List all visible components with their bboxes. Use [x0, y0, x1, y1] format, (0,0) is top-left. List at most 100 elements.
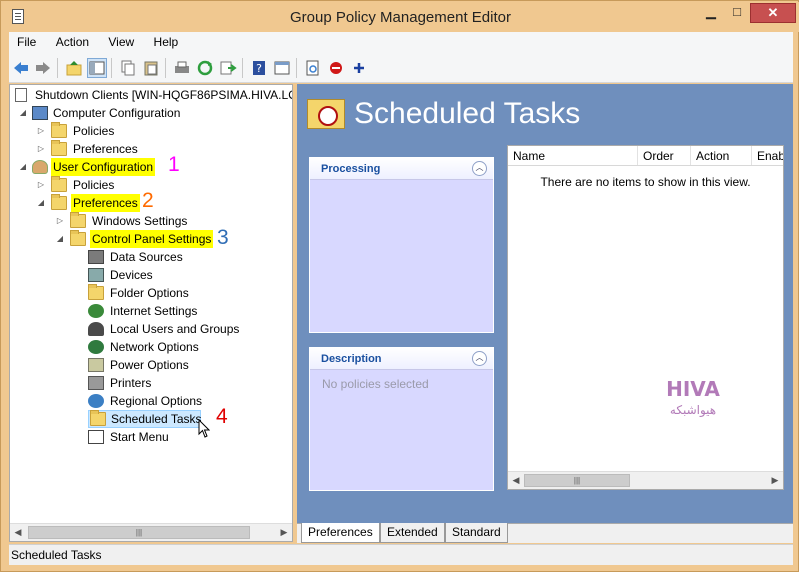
add-plus-icon[interactable] — [350, 59, 368, 77]
tree-node-preferences[interactable]: ▷ Preferences — [36, 140, 286, 158]
tree-node-label: User Configuration — [51, 158, 156, 176]
mouse-cursor-icon — [198, 419, 210, 438]
tree-node-label: Folder Options — [110, 286, 189, 300]
tree-node-power-options[interactable]: Power Options — [88, 356, 288, 374]
collapse-arrow-icon[interactable]: ◢ — [36, 194, 46, 212]
tree-node-data-sources[interactable]: Data Sources — [88, 248, 288, 266]
tree-node-user-configuration[interactable]: ◢ User Configuration — [18, 158, 288, 176]
folder-icon — [51, 140, 67, 156]
toolbar: ? — [9, 53, 793, 83]
print-icon[interactable] — [173, 59, 191, 77]
stop-icon[interactable] — [327, 59, 345, 77]
expand-arrow-icon[interactable]: ▷ — [36, 176, 46, 194]
tree-node-label: Internet Settings — [110, 304, 198, 318]
tree-node-local-users-and-groups[interactable]: Local Users and Groups — [88, 320, 288, 338]
tree-node-label: Preferences — [71, 194, 140, 212]
items-list-view[interactable]: Name Order Action Enab There are no item… — [507, 145, 784, 490]
annotation-2: 2 — [142, 189, 154, 212]
menu-view[interactable]: View — [100, 32, 142, 52]
scroll-thumb[interactable]: ||| — [28, 526, 250, 539]
empty-list-message: There are no items to show in this view. — [540, 175, 751, 189]
menu-action[interactable]: Action — [48, 32, 97, 52]
expand-arrow-icon[interactable]: ▷ — [55, 212, 65, 230]
menu-help[interactable]: Help — [146, 32, 187, 52]
scroll-thumb[interactable]: ||| — [524, 474, 630, 487]
expand-arrow-icon[interactable]: ▷ — [36, 140, 46, 158]
title-bar[interactable]: Group Policy Management Editor ▁ □ ✕ — [2, 2, 799, 32]
tree-node-printers[interactable]: Printers — [88, 374, 288, 392]
tab-standard[interactable]: Standard — [445, 523, 508, 543]
export-list-icon[interactable] — [219, 59, 237, 77]
tree-node-control-panel-settings[interactable]: ◢ Control Panel Settings — [55, 230, 285, 248]
tree-node-policies[interactable]: ▷ Policies — [36, 122, 286, 140]
properties-view-icon[interactable] — [273, 59, 291, 77]
paste-icon[interactable] — [142, 59, 160, 77]
tree-node-label: Regional Options — [110, 394, 203, 408]
collapse-chevron-icon[interactable]: ︿ — [472, 161, 487, 176]
help-icon[interactable]: ? — [250, 59, 268, 77]
scheduled-tasks-icon — [90, 410, 106, 426]
tree-node-label: Devices — [110, 268, 153, 282]
network-globe-icon — [88, 340, 104, 354]
column-header-action[interactable]: Action — [691, 146, 752, 165]
list-horizontal-scrollbar[interactable]: ◀ ||| ▶ — [508, 471, 783, 489]
printer-icon — [88, 376, 104, 390]
tree-node-folder-options[interactable]: Folder Options — [88, 284, 288, 302]
tree-node-label: Windows Settings — [92, 214, 188, 228]
forward-arrow-icon[interactable] — [34, 59, 52, 77]
tree-node-internet-settings[interactable]: Internet Settings — [88, 302, 288, 320]
description-panel-title: Description — [321, 353, 382, 365]
close-button[interactable]: ✕ — [750, 3, 796, 23]
scroll-left-arrow-icon[interactable]: ◀ — [508, 472, 524, 489]
show-hide-console-tree-icon[interactable] — [87, 58, 107, 78]
tree-node-label: Data Sources — [110, 250, 183, 264]
list-header: Name Order Action Enab — [508, 146, 783, 166]
scroll-right-arrow-icon[interactable]: ▶ — [767, 472, 783, 489]
maximize-button[interactable]: □ — [724, 3, 750, 23]
tab-extended[interactable]: Extended — [380, 523, 445, 543]
tree-node-label: Local Users and Groups — [110, 322, 240, 336]
users-groups-icon — [88, 322, 104, 336]
new-item-document-icon[interactable] — [304, 59, 322, 77]
tree-root[interactable]: Shutdown Clients [WIN-HQGF86PSIMA.HIVA.L… — [12, 86, 292, 104]
tree-node-label: Scheduled Tasks — [111, 412, 202, 426]
tree-node-policies[interactable]: ▷ Policies — [36, 176, 286, 194]
up-folder-icon[interactable] — [65, 59, 83, 77]
collapse-arrow-icon[interactable]: ◢ — [18, 104, 28, 122]
tree-node-regional-options[interactable]: Regional Options — [88, 392, 288, 410]
watermark-brand: HIVA — [666, 377, 720, 401]
copy-icon[interactable] — [119, 59, 137, 77]
collapse-arrow-icon[interactable]: ◢ — [18, 158, 28, 176]
expand-arrow-icon[interactable]: ▷ — [36, 122, 46, 140]
folder-icon — [51, 194, 67, 210]
hiva-watermark-logo: HIVA هیواشبکه — [666, 377, 720, 418]
tree-node-preferences[interactable]: ◢ Preferences — [36, 194, 286, 212]
refresh-icon[interactable] — [196, 59, 214, 77]
column-header-enabled[interactable]: Enab — [752, 146, 783, 165]
tree-horizontal-scrollbar[interactable]: ◀ ||| ▶ — [10, 523, 292, 541]
scheduled-tasks-large-icon — [307, 99, 345, 129]
column-header-name[interactable]: Name — [508, 146, 638, 165]
minimize-button[interactable]: ▁ — [698, 3, 724, 23]
tree-node-network-options[interactable]: Network Options — [88, 338, 288, 356]
collapse-arrow-icon[interactable]: ◢ — [55, 230, 65, 248]
menu-file[interactable]: File — [9, 32, 44, 52]
column-header-order[interactable]: Order — [638, 146, 691, 165]
tree-node-devices[interactable]: Devices — [88, 266, 288, 284]
description-panel: Description ︿ No policies selected — [309, 347, 494, 491]
tree-node-scheduled-tasks[interactable]: Scheduled Tasks — [88, 410, 202, 428]
toolbar-separator — [296, 58, 297, 78]
tab-preferences[interactable]: Preferences — [301, 523, 380, 543]
tree-node-computer-configuration[interactable]: ◢ Computer Configuration — [18, 104, 288, 122]
collapse-chevron-icon[interactable]: ︿ — [472, 351, 487, 366]
tree-node-label: Printers — [110, 376, 152, 390]
tree-node-label: Power Options — [110, 358, 189, 372]
data-sources-icon — [88, 250, 104, 264]
view-tabs: Preferences Extended Standard — [297, 523, 793, 543]
tree-node-windows-settings[interactable]: ▷ Windows Settings — [55, 212, 285, 230]
tree-node-start-menu[interactable]: Start Menu — [88, 428, 288, 446]
scroll-right-arrow-icon[interactable]: ▶ — [276, 524, 292, 541]
back-arrow-icon[interactable] — [12, 59, 30, 77]
scroll-left-arrow-icon[interactable]: ◀ — [10, 524, 26, 541]
status-bar: Scheduled Tasks — [9, 544, 793, 565]
